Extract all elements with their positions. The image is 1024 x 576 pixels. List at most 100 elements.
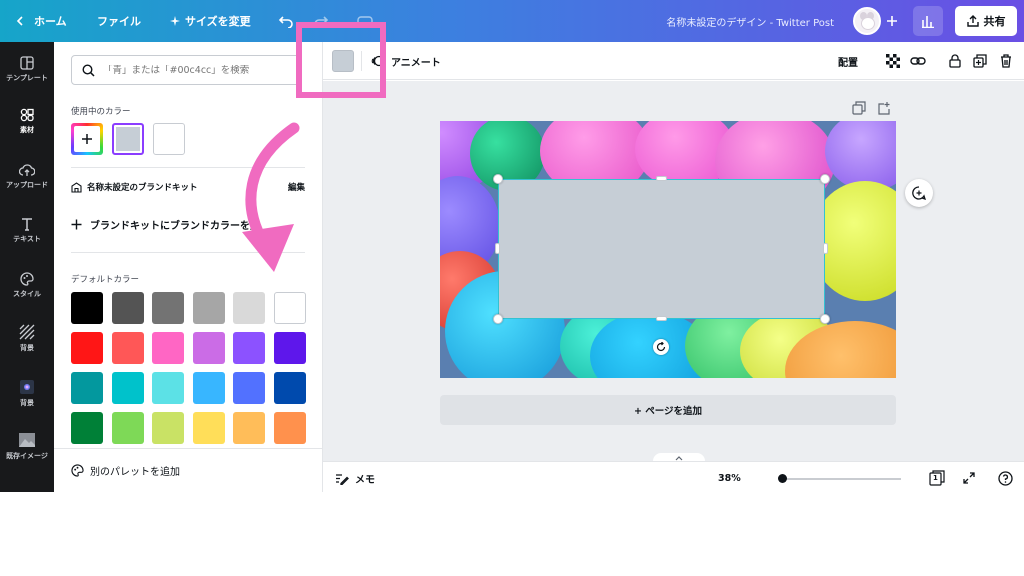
add-color-swatch[interactable]	[71, 123, 103, 155]
in-use-colors-label: 使用中のカラー	[71, 107, 131, 117]
text-icon	[22, 218, 32, 231]
default-color-swatch[interactable]	[111, 412, 144, 444]
plus-icon	[82, 134, 92, 144]
sparkle-icon	[170, 16, 180, 26]
default-color-swatch[interactable]	[273, 332, 306, 364]
notes-icon	[336, 473, 349, 485]
duplicate-button[interactable]	[970, 51, 990, 71]
default-color-swatch[interactable]	[111, 332, 144, 364]
resize-handle-bottom[interactable]	[656, 316, 667, 321]
lock-button[interactable]	[945, 51, 965, 71]
default-color-swatch[interactable]	[192, 292, 225, 324]
notes-button[interactable]: メモ	[335, 462, 375, 495]
default-color-swatch[interactable]	[273, 372, 306, 404]
file-menu-button[interactable]: ファイル	[97, 0, 141, 42]
color-search-field[interactable]	[71, 55, 302, 85]
resize-handle-right[interactable]	[823, 243, 828, 254]
resize-handle-top-left[interactable]	[493, 174, 503, 184]
default-color-swatch[interactable]	[152, 332, 184, 364]
color-search-input[interactable]	[103, 64, 293, 76]
bar-chart-icon	[922, 16, 934, 28]
resize-handle-bottom-right[interactable]	[820, 314, 830, 324]
duplicate-page-icon[interactable]	[852, 101, 866, 115]
default-color-swatch[interactable]	[71, 372, 103, 404]
rotate-handle[interactable]	[653, 339, 669, 355]
home-button[interactable]: ホーム	[14, 0, 67, 42]
selected-rectangle-shape[interactable]	[498, 179, 825, 319]
plus-icon	[71, 219, 82, 230]
editor-toolbar: アニメート 配置	[323, 42, 1024, 80]
rail-item-text[interactable]: テキスト	[0, 217, 54, 244]
page-count: 1	[933, 474, 938, 482]
help-button[interactable]	[995, 468, 1015, 488]
default-color-swatch[interactable]	[111, 372, 144, 404]
zoom-slider-thumb[interactable]	[778, 474, 787, 483]
default-color-swatch[interactable]	[152, 412, 184, 444]
chevron-left-icon	[16, 16, 23, 26]
canva-editor: ホーム ファイル サイズを変更 名称未設定のデザイン - Twitter Pos…	[0, 0, 1024, 576]
default-color-swatch[interactable]	[111, 292, 144, 324]
bottom-bar: メモ 38% 1	[323, 461, 1024, 494]
top-bar: ホーム ファイル サイズを変更 名称未設定のデザイン - Twitter Pos…	[0, 0, 1024, 42]
pink-arrow-annotation	[242, 122, 300, 272]
design-page[interactable]	[440, 121, 896, 378]
invite-button[interactable]	[886, 0, 898, 42]
default-color-swatch[interactable]	[233, 372, 265, 404]
design-title[interactable]: 名称未設定のデザイン - Twitter Post	[666, 0, 834, 42]
elements-icon	[20, 108, 34, 122]
default-colors-label: デフォルトカラー	[71, 275, 140, 285]
default-color-swatch[interactable]	[233, 292, 265, 324]
rail-item-background[interactable]: 背景	[0, 324, 54, 353]
add-page-button[interactable]: + ページを追加	[440, 395, 896, 425]
resize-handle-top-right[interactable]	[820, 174, 830, 184]
palette-icon	[71, 464, 84, 477]
avatar[interactable]	[853, 7, 881, 35]
page-count-button[interactable]: 1	[927, 468, 947, 488]
insights-button[interactable]	[913, 6, 943, 36]
trash-icon	[1001, 54, 1011, 68]
rail-item-background-2[interactable]: 背景	[0, 379, 54, 408]
default-color-swatch[interactable]	[71, 292, 103, 324]
transparency-button[interactable]	[883, 51, 903, 71]
in-use-color-swatch[interactable]	[153, 123, 185, 155]
resize-button[interactable]: サイズを変更	[170, 0, 251, 42]
delete-button[interactable]	[996, 51, 1016, 71]
default-color-swatch[interactable]	[192, 412, 225, 444]
share-button[interactable]: 共有	[955, 6, 1017, 36]
checkerboard-icon	[886, 54, 900, 68]
default-color-swatch[interactable]	[273, 292, 306, 324]
resize-label: サイズを変更	[185, 15, 251, 28]
chevron-up-icon	[675, 455, 683, 460]
rail-item-images[interactable]: 既存イメージ	[0, 432, 54, 461]
add-page-icon[interactable]	[877, 101, 891, 115]
default-color-swatch[interactable]	[233, 412, 265, 444]
default-color-swatch[interactable]	[192, 372, 225, 404]
undo-button[interactable]	[278, 0, 294, 42]
rail-item-elements[interactable]: 素材	[0, 108, 54, 135]
rail-item-styles[interactable]: スタイル	[0, 272, 54, 299]
default-color-swatch[interactable]	[152, 372, 184, 404]
zoom-percentage[interactable]: 38%	[718, 462, 741, 495]
zoom-slider-track[interactable]	[781, 478, 901, 480]
search-icon	[82, 63, 95, 77]
default-color-swatch[interactable]	[152, 292, 184, 324]
default-color-swatch[interactable]	[71, 412, 103, 444]
rail-item-templates[interactable]: テンプレート	[0, 56, 54, 83]
resize-handle-top[interactable]	[656, 176, 667, 181]
rail-item-uploads[interactable]: アップロード	[0, 163, 54, 190]
highlight-annotation-box	[296, 22, 386, 98]
default-color-swatch[interactable]	[233, 332, 265, 364]
link-button[interactable]	[908, 51, 928, 71]
in-use-color-swatch[interactable]	[112, 123, 144, 155]
resize-handle-left[interactable]	[495, 243, 500, 254]
fullscreen-button[interactable]	[959, 468, 979, 488]
add-palette-button[interactable]: 別のパレットを追加	[54, 448, 322, 492]
resize-handle-bottom-left[interactable]	[493, 314, 503, 324]
default-color-swatch[interactable]	[192, 332, 225, 364]
add-comment-button[interactable]	[905, 179, 933, 207]
default-color-swatch[interactable]	[71, 332, 103, 364]
default-color-swatch[interactable]	[273, 412, 306, 444]
lock-icon	[949, 54, 961, 68]
position-button[interactable]: 配置	[838, 42, 858, 80]
help-icon	[997, 470, 1013, 486]
